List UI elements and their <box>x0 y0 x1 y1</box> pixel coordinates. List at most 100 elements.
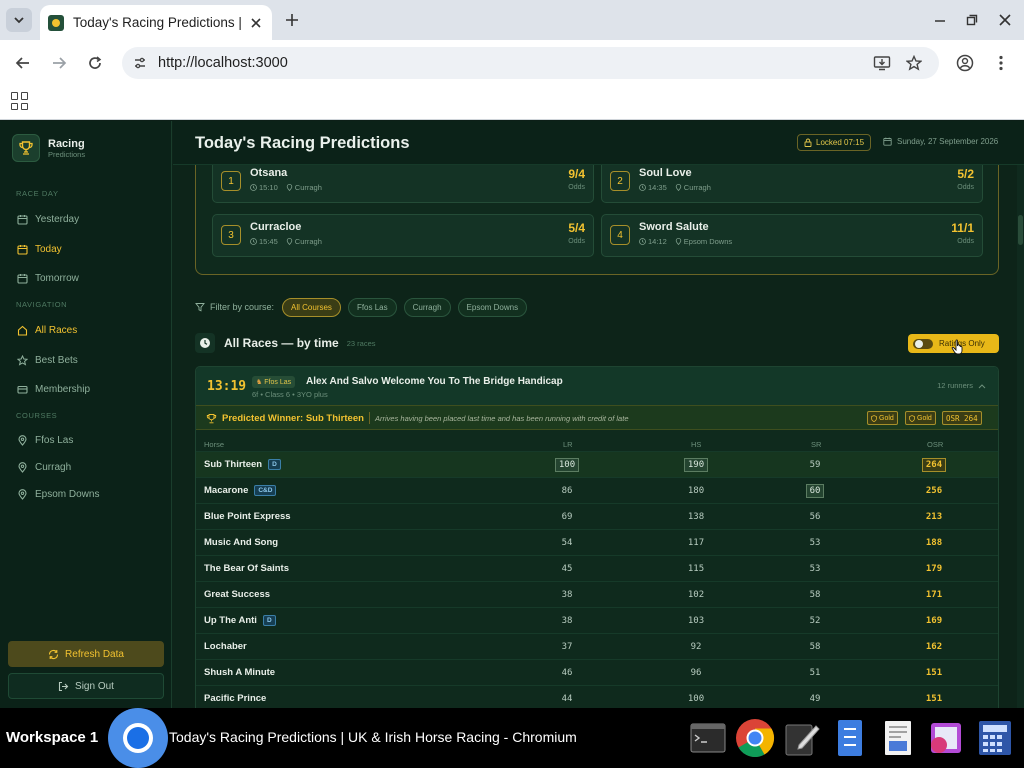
filter-chip-ffos-las[interactable]: Ffos Las <box>347 297 397 317</box>
horse-cell: Music And Song <box>204 537 278 548</box>
nap-card[interactable]: 3 Curracloe 15:45 Curragh 5/4 Odds <box>212 214 594 257</box>
apps-grid-icon[interactable] <box>11 92 29 110</box>
sidebar-item-tomorrow[interactable]: Tomorrow <box>16 270 79 286</box>
scrollbar[interactable] <box>1017 165 1024 708</box>
horse-cell: Great Success <box>204 589 270 600</box>
sidebar-item-label: Best Bets <box>35 354 78 366</box>
table-row[interactable]: Music And Song 54 117 53 188 <box>196 529 998 555</box>
nap-meta: 14:12 Epsom Downs <box>639 237 732 246</box>
document-viewer-icon[interactable] <box>878 718 918 758</box>
best-bets-panel: 1 Otsana 15:10 Curragh 9/4 Odds 2 Soul L… <box>195 165 999 275</box>
table-row[interactable]: Up The Anti D 38 103 52 169 <box>196 607 998 633</box>
back-button[interactable] <box>11 51 35 75</box>
image-viewer-icon[interactable] <box>926 718 966 758</box>
sr-cell: 49 <box>809 694 821 704</box>
chrome-icon[interactable] <box>735 718 775 758</box>
map-pin-icon <box>16 488 28 500</box>
sidebar-item-today[interactable]: Today <box>16 241 62 257</box>
clock-icon <box>250 238 257 245</box>
reload-button[interactable] <box>83 51 107 75</box>
nap-odds: 9/4 <box>568 167 585 181</box>
browser-tab-active[interactable]: Today's Racing Predictions | UK & Irish … <box>40 5 272 40</box>
section-title: All Races — by time <box>224 336 339 350</box>
brand-subtitle: Predictions <box>48 149 86 159</box>
sidebar-item-curragh[interactable]: Curragh <box>16 459 71 475</box>
horse-name: Blue Point Express <box>204 511 291 522</box>
toggle-switch[interactable] <box>913 338 933 349</box>
table-row[interactable]: Great Success 38 102 58 171 <box>196 581 998 607</box>
sidebar-item-yesterday[interactable]: Yesterday <box>16 211 79 227</box>
horse-name: Sub Thirteen <box>204 459 263 470</box>
lr-cell: 38 <box>561 590 573 600</box>
sidebar-item-best-bets[interactable]: Best Bets <box>16 352 78 368</box>
column-header-horse: Horse <box>204 440 225 449</box>
nap-card[interactable]: 2 Soul Love 14:35 Curragh 5/2 Odds <box>601 165 983 203</box>
file-manager-icon[interactable] <box>830 718 870 758</box>
maximize-button[interactable] <box>963 11 981 29</box>
nap-card[interactable]: 1 Otsana 15:10 Curragh 9/4 Odds <box>212 165 594 203</box>
sidebar-item-all-races[interactable]: All Races <box>16 322 77 338</box>
race-header[interactable]: 13:19 ♞ Ffos Las Alex And Salvo Welcome … <box>196 367 998 405</box>
address-bar[interactable]: http://localhost:3000 <box>122 47 939 79</box>
tab-title: Today's Racing Predictions | UK & Irish … <box>73 15 243 30</box>
refresh-data-label: Refresh Data <box>65 648 124 660</box>
horse-cell: The Bear Of Saints <box>204 563 289 574</box>
browser-menu-button[interactable] <box>989 51 1013 75</box>
forward-button[interactable] <box>47 51 71 75</box>
table-row[interactable]: Blue Point Express 69 138 56 213 <box>196 503 998 529</box>
calculator-icon[interactable] <box>975 718 1015 758</box>
lr-cell: 45 <box>561 564 573 574</box>
race-count: 23 races <box>346 338 376 348</box>
chevron-up-icon[interactable] <box>978 383 986 389</box>
filter-chip-curragh[interactable]: Curragh <box>403 297 451 317</box>
bookmark-star-icon[interactable] <box>905 54 923 72</box>
tab-close-button[interactable] <box>248 15 264 31</box>
table-row[interactable]: The Bear Of Saints 45 115 53 179 <box>196 555 998 581</box>
nap-card[interactable]: 4 Sword Salute 14:12 Epsom Downs 11/1 Od… <box>601 214 983 257</box>
sidebar-item-ffos-las[interactable]: Ffos Las <box>16 432 73 448</box>
minimize-button[interactable] <box>931 11 949 29</box>
install-app-icon[interactable] <box>873 54 891 72</box>
profile-button[interactable] <box>953 51 977 75</box>
nap-meta: 14:35 Curragh <box>639 183 711 192</box>
close-window-button[interactable] <box>996 11 1014 29</box>
new-tab-button[interactable] <box>281 9 303 31</box>
table-row[interactable]: Sub Thirteen D 100 190 59 264 <box>196 451 998 477</box>
brand[interactable]: Racing Predictions <box>12 134 85 162</box>
table-row[interactable]: Lochaber 37 92 58 162 <box>196 633 998 659</box>
tab-search-button[interactable] <box>6 8 32 32</box>
table-row[interactable]: Macarone C&D 86 180 60 256 <box>196 477 998 503</box>
table-row[interactable]: Shush A Minute 46 96 51 151 <box>196 659 998 685</box>
terminal-icon[interactable] <box>688 718 728 758</box>
filter-chip-epsom-downs[interactable]: Epsom Downs <box>457 297 528 317</box>
sidebar-item-membership[interactable]: Membership <box>16 381 90 397</box>
sign-out-label: Sign Out <box>75 680 114 692</box>
lr-cell: 86 <box>561 486 573 496</box>
horse-name: Shush A Minute <box>204 667 276 678</box>
text-editor-icon[interactable] <box>782 718 822 758</box>
horse-cell: Sub Thirteen D <box>204 459 281 470</box>
table-row[interactable]: Pacific Prince 44 100 49 151 <box>196 685 998 708</box>
chromium-icon[interactable] <box>108 708 168 768</box>
sr-cell: 53 <box>809 564 821 574</box>
site-info-icon[interactable] <box>132 55 148 71</box>
race-time: 13:19 <box>207 379 247 394</box>
horse-cell: Lochaber <box>204 641 247 652</box>
locked-label: Locked 07:15 <box>816 138 865 147</box>
sign-out-button[interactable]: Sign Out <box>8 673 164 699</box>
workspace-label[interactable]: Workspace 1 <box>6 729 98 746</box>
sidebar-item-label: Today <box>35 243 62 255</box>
logout-icon <box>58 681 69 692</box>
date-text: Sunday, 27 September 2026 <box>897 137 999 146</box>
filter-label: Filter by course: <box>195 302 274 312</box>
sidebar-item-epsom-downs[interactable]: Epsom Downs <box>16 486 99 502</box>
lr-cell: 37 <box>561 642 573 652</box>
active-window-title[interactable]: Today's Racing Predictions | UK & Irish … <box>169 729 577 745</box>
gold-tag: Gold <box>867 411 898 425</box>
mouse-pointer-icon <box>951 339 963 355</box>
sidebar-item-label: Yesterday <box>35 213 80 225</box>
filter-chip-all-courses[interactable]: All Courses <box>282 297 341 317</box>
nap-odds: 5/2 <box>957 167 974 181</box>
scrollbar-thumb[interactable] <box>1018 215 1023 245</box>
refresh-data-button[interactable]: Refresh Data <box>8 641 164 667</box>
